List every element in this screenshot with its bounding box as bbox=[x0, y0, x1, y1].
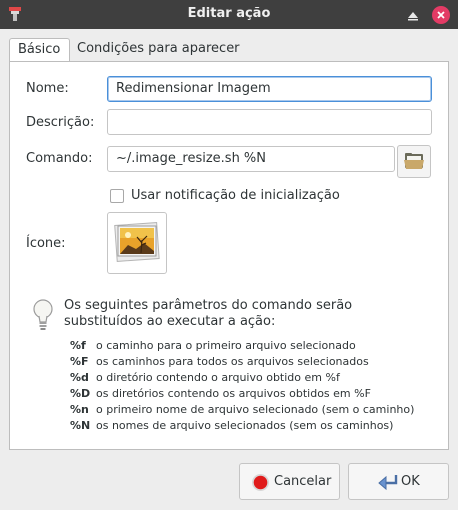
param-key: %F bbox=[70, 355, 89, 368]
name-field[interactable]: Redimensionar Imagem bbox=[107, 76, 432, 102]
startup-notification-label: Usar notificação de inicialização bbox=[131, 188, 340, 203]
param-key: %n bbox=[70, 403, 89, 416]
cancel-label: Cancelar bbox=[274, 474, 332, 489]
name-label: Nome: bbox=[26, 81, 69, 96]
tab-panel-basico: Nome: Redimensionar Imagem Descrição: Co… bbox=[9, 61, 449, 450]
param-row: %F os caminhos para todos os arquivos sel… bbox=[70, 354, 414, 370]
startup-notification-checkbox[interactable] bbox=[110, 189, 124, 203]
param-desc: o diretório contendo o arquivo obtido em… bbox=[96, 371, 340, 384]
info-line-2: substituídos ao executar a ação: bbox=[64, 314, 276, 329]
param-key: %f bbox=[70, 339, 86, 352]
command-label: Comando: bbox=[26, 151, 93, 166]
enter-arrow-icon bbox=[377, 473, 399, 495]
info-text: Os seguintes parâmetros do comando serão… bbox=[64, 298, 352, 330]
icon-label: Ícone: bbox=[26, 236, 66, 251]
choose-icon-button[interactable] bbox=[107, 212, 167, 274]
description-field[interactable] bbox=[107, 109, 432, 135]
param-desc: os caminhos para todos os arquivos selec… bbox=[96, 355, 369, 368]
folder-open-icon bbox=[398, 153, 430, 181]
cancel-button[interactable]: Cancelar bbox=[239, 463, 340, 500]
param-desc: os nomes de arquivo selecionados (sem os… bbox=[96, 419, 394, 432]
lightbulb-icon bbox=[32, 298, 54, 336]
close-icon[interactable] bbox=[432, 6, 450, 24]
param-desc: os diretórios contendo os arquivos obtid… bbox=[96, 387, 371, 400]
browse-command-button[interactable] bbox=[397, 145, 431, 178]
description-label: Descrição: bbox=[26, 115, 95, 130]
param-key: %N bbox=[70, 419, 91, 432]
arrow-up-icon[interactable] bbox=[404, 6, 422, 24]
param-key: %D bbox=[70, 387, 91, 400]
param-desc: o primeiro nome de arquivo selecionado (… bbox=[96, 403, 415, 416]
info-line-1: Os seguintes parâmetros do comando serão bbox=[64, 298, 353, 313]
param-key: %d bbox=[70, 371, 89, 384]
ok-button[interactable]: OK bbox=[348, 463, 449, 500]
param-row: %d o diretório contendo o arquivo obtido … bbox=[70, 370, 414, 386]
tab-basico[interactable]: Básico bbox=[9, 38, 70, 63]
parameter-list: %f o caminho para o primeiro arquivo sele… bbox=[70, 338, 414, 434]
tab-condicoes[interactable]: Condições para aparecer bbox=[69, 38, 248, 62]
param-row: %n o primeiro nome de arquivo selecionado… bbox=[70, 402, 414, 418]
param-row: %D os diretórios contendo os arquivos obt… bbox=[70, 386, 414, 402]
command-field[interactable]: ~/.image_resize.sh %N bbox=[107, 146, 395, 172]
ok-label: OK bbox=[401, 474, 420, 489]
window-title: Editar ação bbox=[187, 6, 271, 21]
param-row: %f o caminho para o primeiro arquivo sele… bbox=[70, 338, 414, 354]
title-bar: Editar ação bbox=[0, 0, 458, 29]
param-desc: o caminho para o primeiro arquivo seleci… bbox=[96, 339, 356, 352]
stop-icon bbox=[251, 473, 270, 496]
param-row: %N os nomes de arquivo selecionados (sem … bbox=[70, 418, 414, 434]
image-icon bbox=[108, 222, 166, 277]
